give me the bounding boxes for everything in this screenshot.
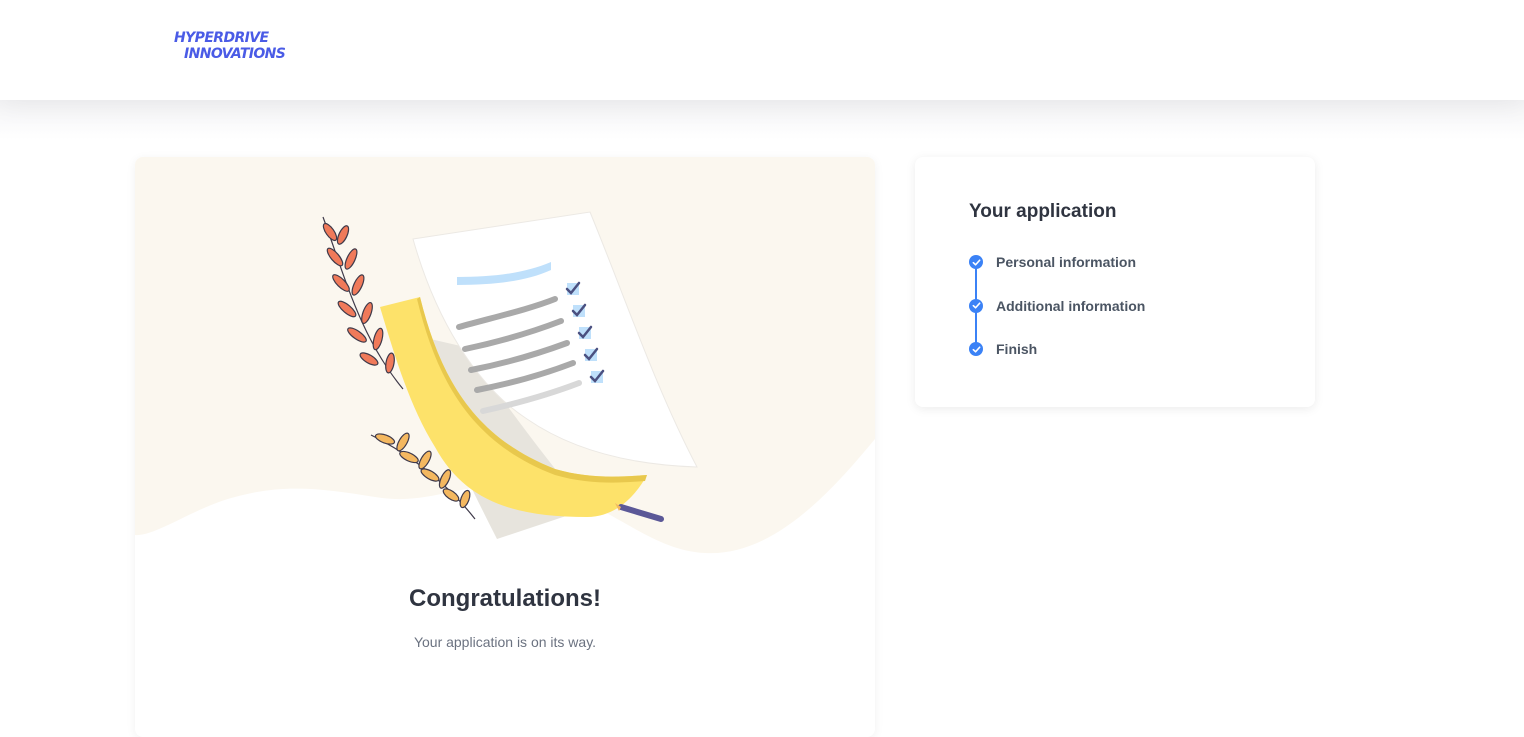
application-steps-list: Personal information Additional informat… bbox=[969, 254, 1145, 385]
step-label: Personal information bbox=[996, 254, 1137, 270]
success-card: Congratulations! Your application is on … bbox=[135, 157, 875, 737]
company-logo[interactable]: HYPERDRIVE INNOVATIONS bbox=[174, 30, 286, 62]
logo-line-2: INNOVATIONS bbox=[184, 46, 286, 62]
step-label: Finish bbox=[996, 341, 1038, 357]
header-shadow bbox=[0, 100, 1524, 140]
step-label: Additional information bbox=[996, 297, 1146, 314]
documents-checklist-illustration bbox=[135, 157, 875, 554]
step-finish[interactable]: Finish bbox=[969, 341, 1145, 385]
application-status-text: Your application is on its way. bbox=[413, 634, 597, 650]
step-personal-information[interactable]: Personal information bbox=[969, 254, 1145, 298]
logo-line-1: HYPERDRIVE bbox=[174, 30, 269, 46]
check-icon bbox=[969, 298, 983, 313]
check-icon bbox=[969, 342, 983, 356]
congratulations-heading: Congratulations! bbox=[409, 585, 601, 612]
top-bar: HYPERDRIVE INNOVATIONS bbox=[0, 0, 1524, 100]
check-icon bbox=[969, 255, 983, 269]
step-additional-information[interactable]: Additional information bbox=[969, 298, 1145, 342]
application-progress-title: Your application bbox=[969, 201, 1117, 222]
application-progress-card: Your application Personal information Ad… bbox=[915, 157, 1315, 407]
